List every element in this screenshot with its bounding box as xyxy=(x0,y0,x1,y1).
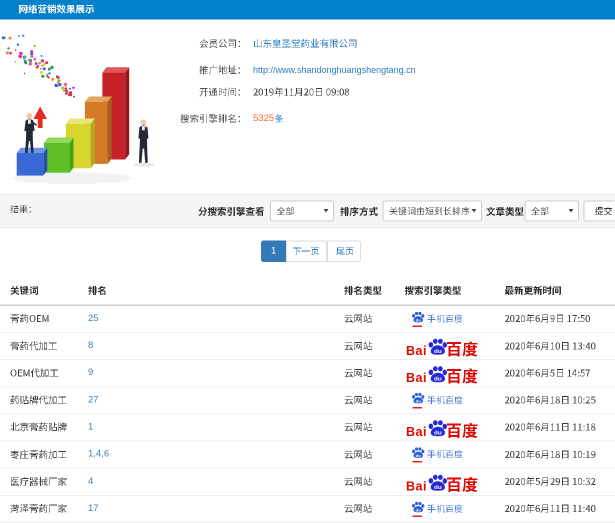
svg-text:du: du xyxy=(434,485,442,491)
svg-text:du: du xyxy=(434,431,442,437)
svg-text:du: du xyxy=(434,377,442,383)
svg-text:du: du xyxy=(416,508,422,513)
svg-text:du: du xyxy=(434,349,442,355)
svg-text:du: du xyxy=(416,453,422,458)
svg-text:du: du xyxy=(416,399,422,404)
svg-text:du: du xyxy=(416,318,422,323)
